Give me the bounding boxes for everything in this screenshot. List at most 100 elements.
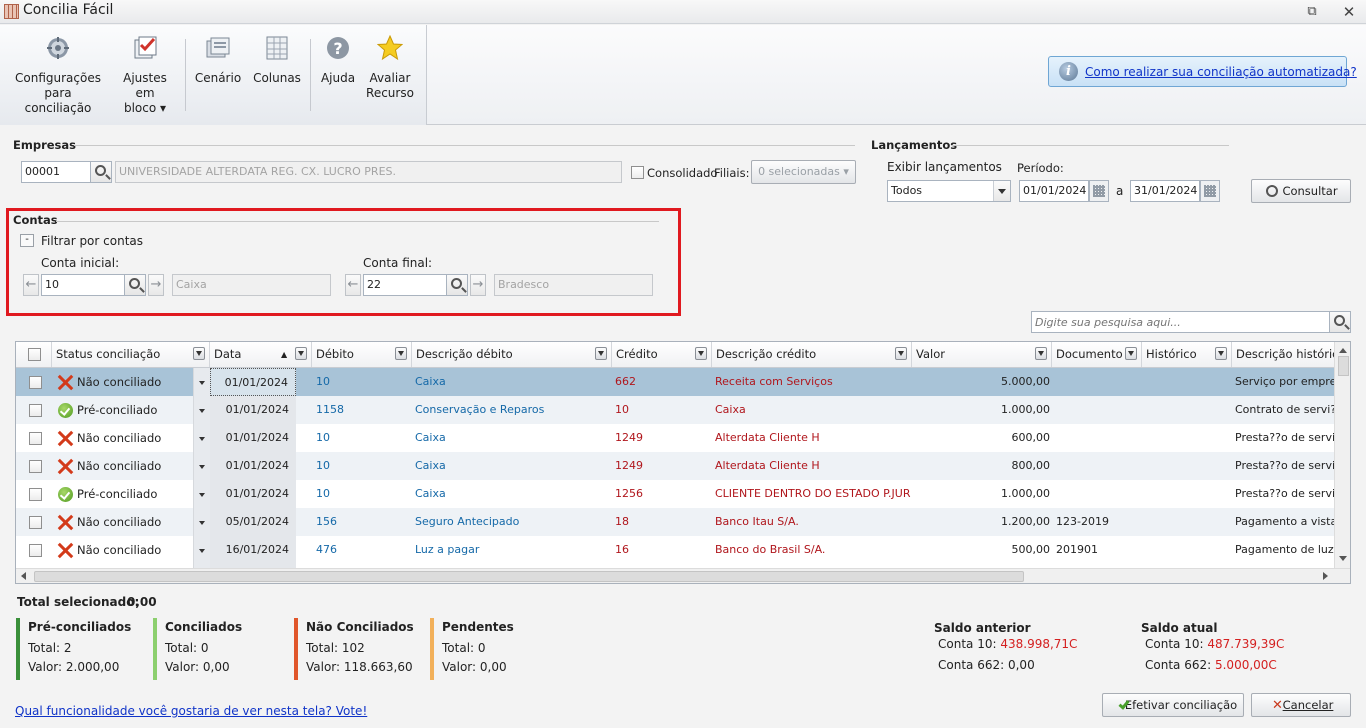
table-row[interactable]: Não conciliado 01/01/2024 10 Caixa 1249 Alter…	[16, 452, 1334, 480]
col-desc-historico[interactable]: Descrição histórico	[1232, 342, 1334, 367]
table-row[interactable]: Não conciliado 01/01/2024 10 Caixa 662 Receit…	[16, 368, 1334, 396]
status-dropdown[interactable]	[193, 508, 210, 536]
col-credito[interactable]: Crédito	[612, 342, 712, 367]
prev-arrow-icon[interactable]: ←	[23, 274, 39, 296]
filter-icon[interactable]	[695, 347, 707, 360]
vertical-scrollbar[interactable]	[1334, 342, 1350, 570]
next-arrow-icon[interactable]: →	[148, 274, 164, 296]
consultar-button[interactable]: Consultar	[1251, 179, 1351, 203]
col-label: Descrição crédito	[716, 347, 817, 361]
summary-conciliados: Conciliados Total: 0 Valor: 0,00	[153, 618, 283, 680]
conta-inicial-search-button[interactable]	[124, 274, 146, 296]
documento-cell	[1056, 368, 1140, 396]
help-banner[interactable]: i Como realizar sua conciliação automati…	[1048, 56, 1357, 87]
colunas-button[interactable]: Colunas	[250, 35, 304, 86]
efetivar-button[interactable]: Efetivar conciliação	[1102, 693, 1244, 717]
search-input[interactable]	[1031, 311, 1330, 333]
filiais-dropdown[interactable]: 0 selecionadas ▾	[751, 160, 856, 184]
historico-cell	[1146, 480, 1230, 508]
filter-icon[interactable]	[595, 347, 607, 360]
grid-search-button[interactable]	[1329, 311, 1351, 333]
conta-final-input[interactable]: 22	[363, 274, 447, 296]
col-historico[interactable]: Histórico	[1142, 342, 1232, 367]
documento-cell	[1056, 424, 1140, 452]
scroll-thumb[interactable]	[34, 571, 1024, 582]
desc-credito-cell: CLIENTE DENTRO DO ESTADO P.JURÍDICA	[715, 487, 911, 500]
restore-icon[interactable]: ⧉	[1304, 4, 1320, 20]
help-link[interactable]: Como realizar sua conciliação automatiza…	[1085, 65, 1357, 79]
scroll-left-icon[interactable]	[21, 572, 26, 580]
table-row[interactable]: Não conciliado 16/01/2024 476 Luz a pagar 16…	[16, 536, 1334, 564]
status-dropdown[interactable]	[193, 396, 210, 424]
status-dropdown[interactable]	[193, 424, 210, 452]
filter-icon[interactable]	[295, 347, 307, 360]
desc-credito-cell: Receita com Serviços	[715, 375, 833, 388]
cancelar-button[interactable]: ✕ Cancelar	[1251, 693, 1351, 717]
col-label: Valor	[916, 347, 945, 361]
scroll-right-icon[interactable]	[1323, 572, 1328, 580]
status-dropdown[interactable]	[193, 368, 210, 396]
valor-cell: 5.000,00	[1001, 375, 1050, 388]
row-checkbox[interactable]	[29, 488, 42, 501]
date-to-input[interactable]: 31/01/2024	[1130, 180, 1200, 202]
table-row[interactable]: Pré-conciliado 01/01/2024 10 Caixa 1256 CLIEN…	[16, 480, 1334, 508]
saldo-value: 5.000,00C	[1214, 658, 1277, 672]
ajuda-button[interactable]: ? Ajuda	[316, 35, 360, 86]
horizontal-scrollbar[interactable]	[16, 568, 1350, 583]
filter-icon[interactable]	[193, 347, 205, 360]
filter-icon[interactable]	[1215, 347, 1227, 360]
empresa-code-input[interactable]: 00001	[21, 161, 91, 183]
status-dropdown[interactable]	[193, 536, 210, 564]
documento-cell	[1056, 396, 1140, 424]
conta-final-search-button[interactable]	[446, 274, 468, 296]
col-documento[interactable]: Documento	[1052, 342, 1142, 367]
configuracoes-button[interactable]: Configurações para conciliação	[12, 35, 104, 116]
conta-inicial-input[interactable]: 10	[41, 274, 125, 296]
col-debito[interactable]: Débito	[312, 342, 412, 367]
select-all-checkbox[interactable]	[28, 348, 41, 361]
col-valor[interactable]: Valor	[912, 342, 1052, 367]
consolidado-checkbox[interactable]	[631, 166, 644, 179]
collapse-toggle[interactable]: -	[20, 234, 34, 247]
status-dropdown[interactable]	[193, 452, 210, 480]
ajustes-em-bloco-button[interactable]: Ajustes em bloco ▾	[113, 35, 177, 116]
empresa-search-button[interactable]	[90, 161, 112, 183]
table-row[interactable]: Não conciliado 01/01/2024 10 Caixa 1249 Alter…	[16, 424, 1334, 452]
col-desc-credito[interactable]: Descrição crédito	[712, 342, 912, 367]
row-checkbox[interactable]	[29, 544, 42, 557]
cenario-button[interactable]: Cenário	[193, 35, 243, 86]
vote-link[interactable]: Qual funcionalidade você gostaria de ver…	[15, 704, 367, 718]
status-dropdown[interactable]	[193, 480, 210, 508]
filter-icon[interactable]	[1125, 347, 1137, 360]
row-checkbox[interactable]	[29, 516, 42, 529]
calendar-icon[interactable]	[1200, 180, 1220, 202]
filter-icon[interactable]	[1035, 347, 1047, 360]
avaliar-recurso-button[interactable]: Avaliar Recurso	[363, 35, 417, 101]
row-checkbox[interactable]	[29, 404, 42, 417]
prev-arrow-icon[interactable]: ←	[345, 274, 361, 296]
credito-cell: 16	[615, 543, 629, 556]
row-checkbox[interactable]	[29, 376, 42, 389]
calendar-icon[interactable]	[1089, 180, 1109, 202]
chevron-down-icon[interactable]	[993, 181, 1010, 201]
scroll-down-icon[interactable]	[1339, 556, 1347, 561]
scroll-up-icon[interactable]	[1339, 348, 1347, 353]
col-desc-debito[interactable]: Descrição débito	[412, 342, 612, 367]
close-icon[interactable]: ✕	[1341, 4, 1357, 20]
status-text: Pré-conciliado	[77, 487, 158, 501]
filter-icon[interactable]	[895, 347, 907, 360]
row-checkbox[interactable]	[29, 460, 42, 473]
table-row[interactable]: Não conciliado 05/01/2024 156 Seguro Anteci…	[16, 508, 1334, 536]
consolidado-label: Consolidado	[647, 166, 718, 180]
next-arrow-icon[interactable]: →	[470, 274, 486, 296]
col-data[interactable]: Data ▲	[210, 342, 312, 367]
scroll-thumb[interactable]	[1338, 356, 1349, 376]
table-row[interactable]: Pré-conciliado 01/01/2024 1158 Conservação …	[16, 396, 1334, 424]
summary-title: Conciliados	[165, 620, 243, 634]
conta-final-name: Bradesco	[494, 274, 653, 296]
filter-icon[interactable]	[395, 347, 407, 360]
col-status[interactable]: Status conciliação	[52, 342, 210, 367]
row-checkbox[interactable]	[29, 432, 42, 445]
date-from-input[interactable]: 01/01/2024	[1019, 180, 1089, 202]
date-cell: 01/01/2024	[210, 452, 296, 480]
